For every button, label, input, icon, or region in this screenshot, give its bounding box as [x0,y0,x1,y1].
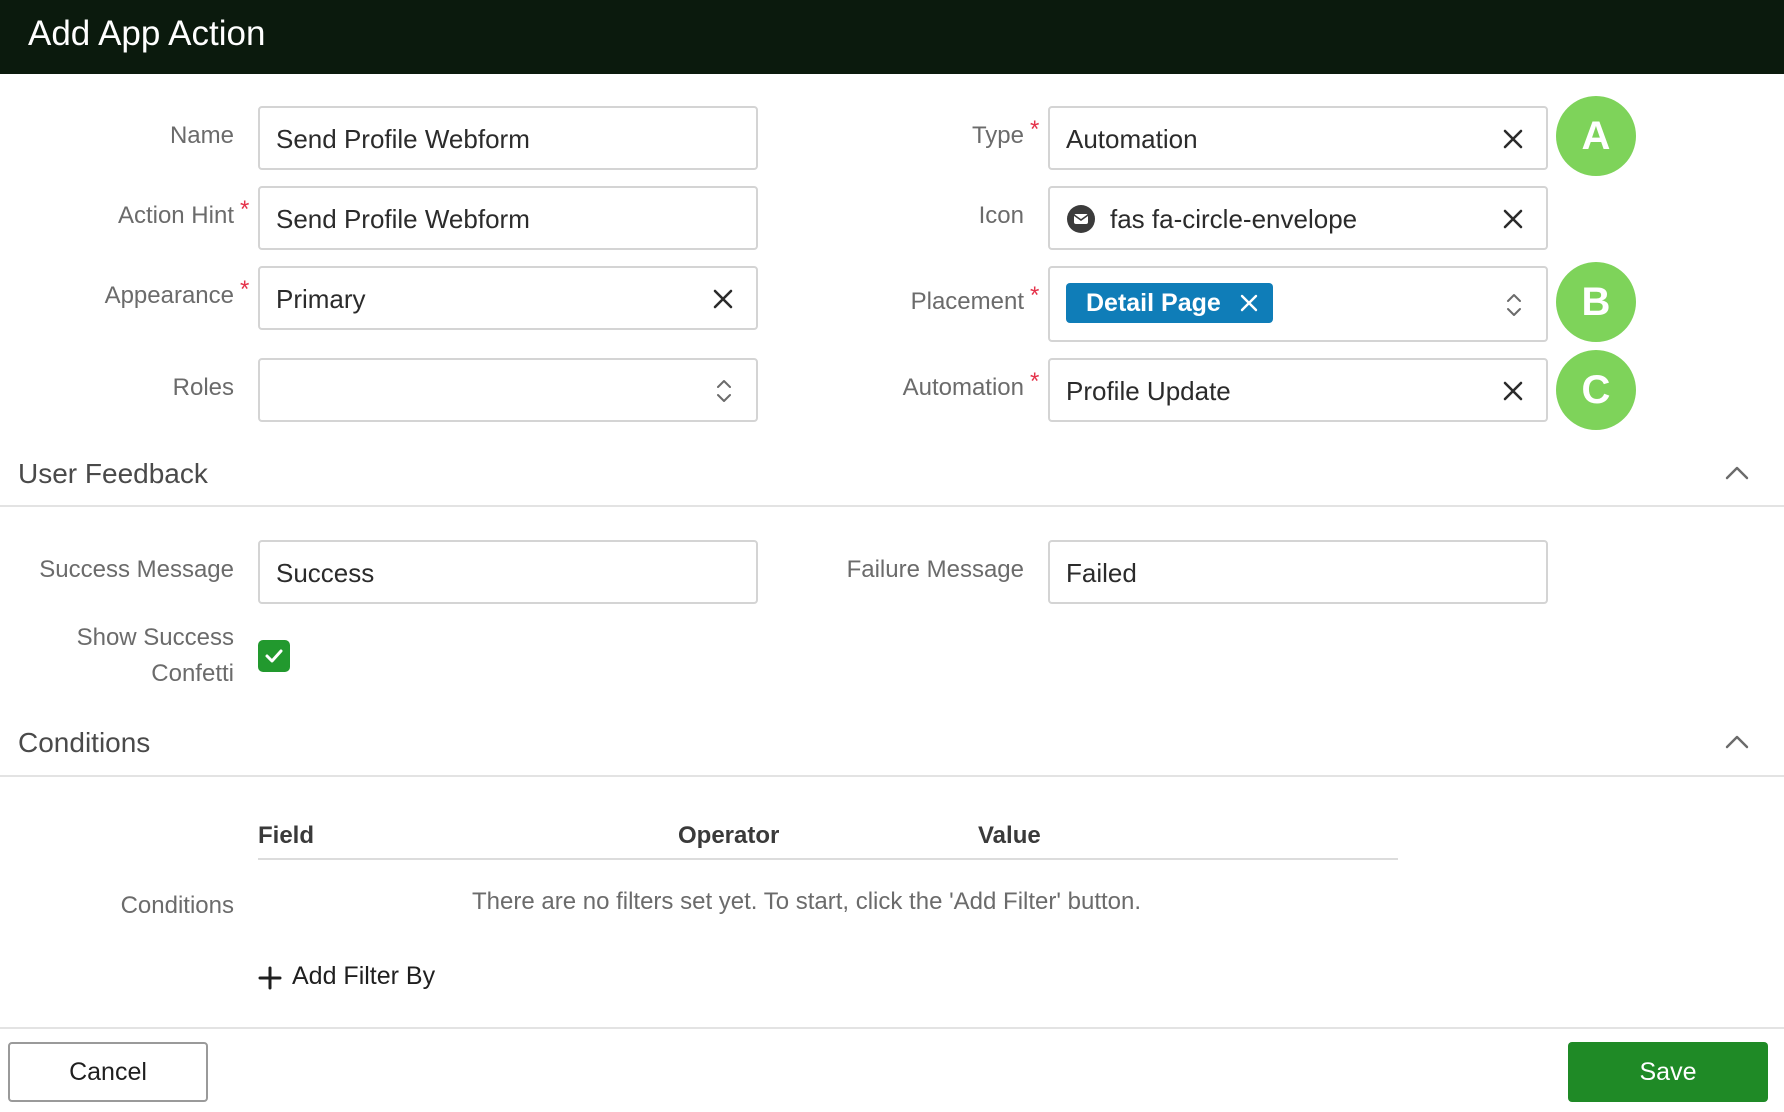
cancel-button[interactable]: Cancel [8,1042,208,1102]
required-marker: * [1030,282,1040,309]
type-value: Automation [1066,124,1198,154]
automation-value: Profile Update [1066,376,1231,406]
table-header-divider [258,858,1398,860]
failure-message-label: Failure Message [846,556,1024,583]
show-confetti-checkbox[interactable] [258,640,290,672]
column-header-field: Field [258,822,315,849]
placement-chip-label: Detail Page [1086,289,1221,317]
action-hint-label: Action Hint [117,202,234,229]
automation-select[interactable]: Profile Update [1048,358,1548,422]
plus-icon [258,966,282,990]
automation-label: Automation [902,374,1024,401]
conditions-label: Conditions [120,892,234,919]
icon-value: fas fa-circle-envelope [1110,204,1358,234]
name-input[interactable]: Send Profile Webform [258,106,758,170]
placement-multiselect[interactable]: Detail Page [1048,266,1548,342]
save-button[interactable]: Save [1568,1042,1768,1102]
required-marker: * [240,196,250,223]
appearance-select[interactable]: Primary [258,266,758,330]
modal-header: Add App Action [0,0,1784,74]
user-feedback-section-title: User Feedback [18,458,208,489]
roles-label: Roles [172,374,234,401]
icon-label: Icon [978,202,1024,229]
show-confetti-label-line1: Show Success [76,624,234,651]
checkmark-icon [265,649,283,663]
appearance-value: Primary [276,284,366,314]
updown-chevron-icon [717,380,731,402]
failure-message-input[interactable]: Failed [1048,540,1548,604]
success-message-label: Success Message [39,556,234,583]
required-marker: * [240,276,250,303]
add-filter-label: Add Filter By [292,962,436,990]
type-label: Type [971,122,1024,149]
circle-envelope-icon [1067,205,1095,233]
collapse-chevron-icon[interactable] [1724,464,1750,482]
annotation-badge-b: B [1556,262,1636,342]
annotation-badge-c: C [1556,350,1636,430]
name-label: Name [169,122,234,149]
column-header-operator: Operator [678,822,780,849]
name-value: Send Profile Webform [276,124,530,154]
footer-divider [0,1027,1784,1029]
required-marker: * [1030,116,1040,143]
close-icon[interactable] [708,284,738,314]
placement-label: Placement [910,288,1024,315]
updown-chevron-icon [1507,294,1521,316]
collapse-chevron-icon[interactable] [1724,733,1750,751]
action-hint-input[interactable]: Send Profile Webform [258,186,758,250]
column-header-value: Value [978,822,1041,849]
action-hint-value: Send Profile Webform [276,204,530,234]
close-icon[interactable] [1498,204,1528,234]
close-icon[interactable] [1498,124,1528,154]
modal-title: Add App Action [28,14,266,53]
conditions-section-title: Conditions [18,727,151,758]
annotation-badge-a: A [1556,96,1636,176]
section-divider [0,505,1784,507]
icon-select[interactable]: fas fa-circle-envelope [1048,186,1548,250]
roles-select[interactable] [258,358,758,422]
required-marker: * [1030,368,1040,395]
empty-filters-message: There are no filters set yet. To start, … [472,888,1142,915]
success-message-input[interactable]: Success [258,540,758,604]
close-icon[interactable] [1498,376,1528,406]
success-message-value: Success [276,558,375,588]
appearance-label: Appearance [104,282,234,309]
section-divider [0,775,1784,777]
show-confetti-label-line2: Confetti [151,660,234,687]
failure-message-value: Failed [1066,558,1137,588]
close-icon[interactable] [1239,293,1259,313]
placement-chip: Detail Page [1066,283,1273,323]
type-select[interactable]: Automation [1048,106,1548,170]
